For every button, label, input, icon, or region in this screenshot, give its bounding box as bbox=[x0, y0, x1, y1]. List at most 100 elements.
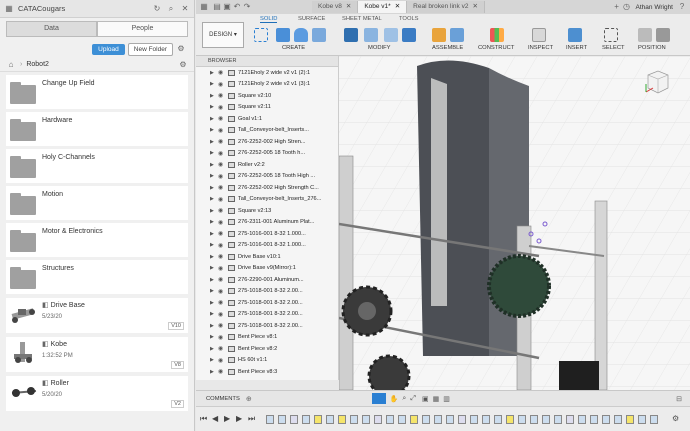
eye-icon[interactable]: ◉ bbox=[218, 334, 225, 341]
list-item[interactable]: ◧ Drive Base 5/23/20 V10 bbox=[6, 298, 188, 333]
eye-icon[interactable]: ◉ bbox=[218, 219, 225, 226]
search-icon[interactable]: ⌕ bbox=[166, 4, 176, 14]
chevron-right-icon[interactable]: ▶ bbox=[210, 127, 215, 133]
timeline-feature[interactable] bbox=[314, 415, 322, 424]
close-icon[interactable]: ✕ bbox=[180, 4, 190, 14]
eye-icon[interactable]: ◉ bbox=[218, 127, 225, 134]
eye-icon[interactable]: ◉ bbox=[218, 196, 225, 203]
group-construct[interactable]: CONSTRUCT bbox=[478, 45, 514, 51]
timeline-feature[interactable] bbox=[374, 415, 382, 424]
close-icon[interactable]: ✕ bbox=[472, 1, 477, 13]
help-icon[interactable]: ? bbox=[677, 2, 687, 12]
position-icon[interactable] bbox=[638, 28, 652, 42]
timeline-feature[interactable] bbox=[398, 415, 406, 424]
team-name[interactable]: CATACougars bbox=[18, 4, 148, 13]
eye-icon[interactable]: ◉ bbox=[218, 276, 225, 283]
version-badge[interactable]: V8 bbox=[171, 361, 184, 369]
grid-settings-icon[interactable]: ▦ bbox=[433, 395, 440, 403]
list-item[interactable]: Motion bbox=[6, 186, 188, 220]
chevron-right-icon[interactable]: ▶ bbox=[210, 357, 215, 363]
press-pull-icon[interactable] bbox=[344, 28, 358, 42]
redo-icon[interactable]: ↷ bbox=[242, 2, 252, 12]
chevron-right-icon[interactable]: ▶ bbox=[210, 208, 215, 214]
table-row[interactable]: ▶ ◉ HS 60t v1:1 bbox=[196, 355, 338, 367]
eye-icon[interactable]: ◉ bbox=[218, 69, 225, 76]
skip-start-icon[interactable]: ⏮ bbox=[200, 414, 207, 424]
eye-icon[interactable]: ◉ bbox=[218, 368, 225, 375]
measure-icon[interactable] bbox=[532, 28, 546, 42]
tab-solid[interactable]: SOLID bbox=[260, 16, 278, 23]
eye-icon[interactable]: ◉ bbox=[218, 207, 225, 214]
comments-label[interactable]: COMMENTS bbox=[206, 396, 240, 402]
new-folder-button[interactable]: New Folder bbox=[127, 42, 173, 56]
timeline-feature[interactable] bbox=[554, 415, 562, 424]
chevron-right-icon[interactable]: ▶ bbox=[210, 277, 215, 283]
tab-sheet-metal[interactable]: SHEET METAL bbox=[342, 16, 382, 22]
gear-icon[interactable]: ⚙ bbox=[176, 44, 186, 54]
display-settings-icon[interactable]: ▣ bbox=[422, 395, 429, 403]
workspace-switcher[interactable]: DESIGN ▾ bbox=[202, 22, 244, 48]
timeline-feature[interactable] bbox=[386, 415, 394, 424]
group-create[interactable]: CREATE bbox=[282, 45, 305, 51]
timeline-feature[interactable] bbox=[602, 415, 610, 424]
chevron-right-icon[interactable]: ▶ bbox=[210, 231, 215, 237]
chevron-right-icon[interactable]: ▶ bbox=[210, 346, 215, 352]
table-row[interactable]: ▶ ◉ 7121Eholy 2 wide v2 v1 (3):1 bbox=[196, 79, 338, 91]
version-badge[interactable]: V10 bbox=[168, 322, 184, 330]
timeline-feature[interactable] bbox=[494, 415, 502, 424]
clock-icon[interactable]: ◷ bbox=[622, 2, 632, 12]
timeline-feature[interactable] bbox=[626, 415, 634, 424]
close-icon[interactable]: ✕ bbox=[346, 1, 351, 13]
timeline-feature[interactable] bbox=[470, 415, 478, 424]
timeline-feature[interactable] bbox=[542, 415, 550, 424]
table-row[interactable]: ▶ ◉ 275-1018-001 8-32 2.00... bbox=[196, 320, 338, 332]
file-icon[interactable]: ▤ bbox=[212, 2, 222, 12]
chevron-right-icon[interactable]: ▶ bbox=[210, 300, 215, 306]
expand-icon[interactable]: ⊟ bbox=[676, 395, 682, 403]
eye-icon[interactable]: ◉ bbox=[218, 265, 225, 272]
select-icon[interactable] bbox=[604, 28, 618, 42]
tab-doc-3[interactable]: Real broken link v2 ✕ bbox=[407, 1, 485, 13]
table-row[interactable]: ▶ ◉ 276-2290-001 Aluminum... bbox=[196, 274, 338, 286]
chevron-right-icon[interactable]: ▶ bbox=[210, 369, 215, 375]
timeline-feature[interactable] bbox=[266, 415, 274, 424]
timeline-feature[interactable] bbox=[578, 415, 586, 424]
table-row[interactable]: ▶ ◉ 275-1016-001 8-32 1.000... bbox=[196, 228, 338, 240]
table-row[interactable]: ▶ ◉ 275-1018-001 8-32 2.00... bbox=[196, 297, 338, 309]
pan-icon[interactable]: ✋ bbox=[390, 395, 399, 403]
shell-icon[interactable] bbox=[384, 28, 398, 42]
fit-icon[interactable]: ⤢ bbox=[410, 395, 416, 403]
list-item[interactable]: Change Up Field bbox=[6, 75, 188, 109]
chevron-right-icon[interactable]: ▶ bbox=[210, 265, 215, 271]
as-built-joint-icon[interactable] bbox=[450, 28, 464, 42]
chevron-right-icon[interactable]: ▶ bbox=[210, 254, 215, 260]
table-row[interactable]: ▶ ◉ Goal v1:1 bbox=[196, 113, 338, 125]
table-row[interactable]: ▶ ◉ Tall_Conveyor-belt_Inserts_276... bbox=[196, 194, 338, 206]
timeline-feature[interactable] bbox=[326, 415, 334, 424]
tab-tools[interactable]: TOOLS bbox=[399, 16, 419, 22]
group-assemble[interactable]: ASSEMBLE bbox=[432, 45, 463, 51]
skip-end-icon[interactable]: ⏭ bbox=[248, 414, 255, 424]
list-item[interactable]: Motor & Electronics bbox=[6, 223, 188, 257]
save-icon[interactable]: ▣ bbox=[222, 2, 232, 12]
tab-people[interactable]: People bbox=[97, 21, 188, 37]
chevron-right-icon[interactable]: ▶ bbox=[210, 93, 215, 99]
table-row[interactable]: ▶ ◉ Roller v2:2 bbox=[196, 159, 338, 171]
home-icon[interactable]: ⌂ bbox=[6, 60, 16, 70]
chevron-right-icon[interactable]: ▶ bbox=[210, 162, 215, 168]
fillet-icon[interactable] bbox=[364, 28, 378, 42]
table-row[interactable]: ▶ ◉ Square v2:11 bbox=[196, 102, 338, 114]
model-canvas[interactable] bbox=[339, 56, 690, 390]
eye-icon[interactable]: ◉ bbox=[218, 311, 225, 318]
table-row[interactable]: ▶ ◉ Bent Piece v8:2 bbox=[196, 343, 338, 355]
table-row[interactable]: ▶ ◉ Tall_Conveyor-belt_Inserts... bbox=[196, 125, 338, 137]
chevron-right-icon[interactable]: ▶ bbox=[210, 185, 215, 191]
eye-icon[interactable]: ◉ bbox=[218, 242, 225, 249]
chevron-right-icon[interactable]: ▶ bbox=[210, 70, 215, 76]
eye-icon[interactable]: ◉ bbox=[218, 115, 225, 122]
chevron-right-icon[interactable]: ▶ bbox=[210, 116, 215, 122]
table-row[interactable]: ▶ ◉ 7121Eholy 2 wide v2 v1 (2):1 bbox=[196, 67, 338, 79]
table-row[interactable]: ▶ ◉ 275-1018-001 8-32 2.00... bbox=[196, 309, 338, 321]
viewports-icon[interactable]: ▥ bbox=[443, 395, 450, 403]
timeline-feature[interactable] bbox=[422, 415, 430, 424]
